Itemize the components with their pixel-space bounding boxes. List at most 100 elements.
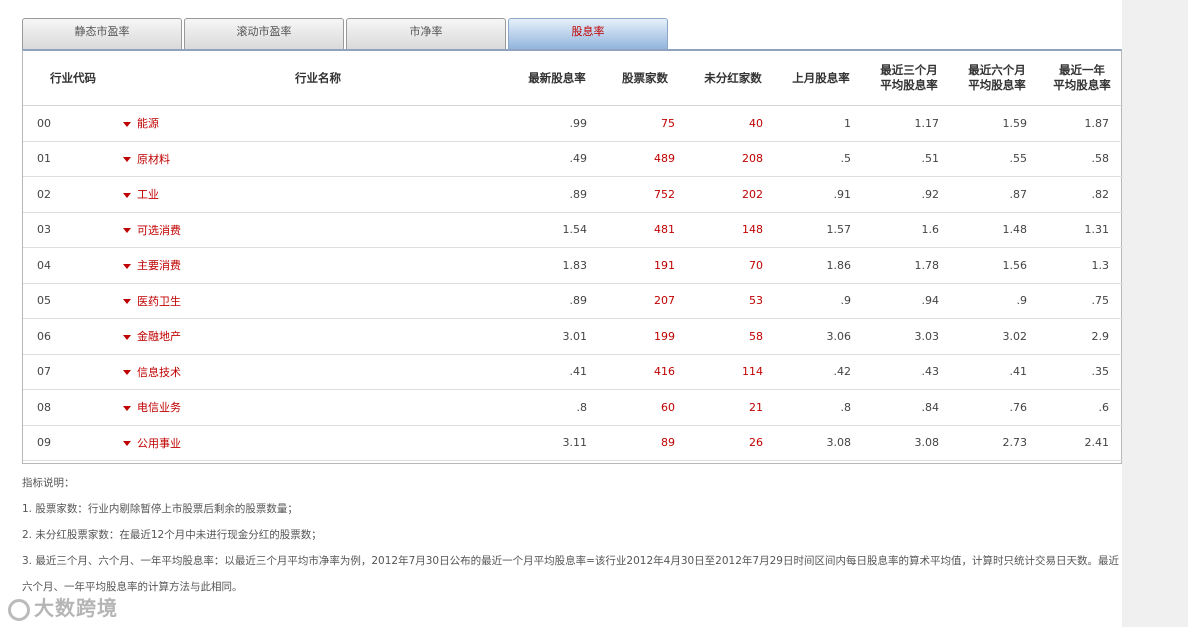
no-dividend-count-link[interactable]: 40: [689, 105, 777, 142]
industry-name-label[interactable]: 原材料: [137, 153, 170, 166]
no-dividend-count-link[interactable]: 26: [689, 425, 777, 461]
avg-3m-yield-cell: .84: [865, 389, 953, 426]
header-avg1y-line1: 最近一年: [1059, 63, 1105, 77]
industry-name-label[interactable]: 金融地产: [137, 330, 181, 343]
header-lastmonth[interactable]: 上月股息率: [777, 51, 865, 106]
stock-count-link[interactable]: 752: [601, 176, 689, 213]
latest-yield-cell: .8: [513, 389, 601, 426]
table-row: 02 工业 .89 752 202.91.92.87.82: [23, 176, 1123, 213]
avg-1y-yield-cell: .58: [1041, 141, 1123, 177]
avg-6m-yield-cell: 1.56: [953, 247, 1041, 284]
stock-count-link[interactable]: 191: [601, 247, 689, 284]
expand-caret-icon[interactable]: [123, 405, 131, 411]
stock-count-link[interactable]: 489: [601, 141, 689, 177]
header-avg3m[interactable]: 最近三个月 平均股息率: [865, 51, 953, 106]
watermark-text: 大数跨境: [34, 596, 118, 620]
tab-bar: 静态市盈率 滚动市盈率 市净率 股息率: [22, 18, 1122, 50]
right-side-panel: [1122, 0, 1188, 627]
industry-code-cell: 02: [23, 176, 123, 213]
avg-1y-yield-cell: .35: [1041, 354, 1123, 390]
notes-title: 指标说明：: [22, 477, 75, 489]
no-dividend-count-link[interactable]: 148: [689, 212, 777, 248]
industry-name-label[interactable]: 可选消费: [137, 224, 181, 237]
no-dividend-count-link[interactable]: 58: [689, 318, 777, 355]
expand-caret-icon[interactable]: [123, 192, 131, 198]
expand-caret-icon[interactable]: [123, 228, 131, 234]
expand-caret-icon[interactable]: [123, 370, 131, 376]
no-dividend-count-link[interactable]: 70: [689, 247, 777, 284]
table-header-row: 行业代码 行业名称 最新股息率 股票家数 未分红家数 上月股息率 最近三个月 平均…: [23, 51, 1123, 106]
table-row: 00 能源 .99 75 40 1 1.17 1.59 1.87: [23, 105, 1123, 142]
latest-yield-cell: .89: [513, 283, 601, 319]
expand-caret-icon[interactable]: [123, 263, 131, 269]
header-avg3m-line1: 最近三个月: [880, 63, 938, 77]
stock-count-link[interactable]: 75: [601, 105, 689, 142]
header-code[interactable]: 行业代码: [23, 51, 123, 106]
note-item-3: 3. 最近三个月、六个月、一年平均股息率：以最近三个月平均市净率为例，2012年…: [22, 555, 1119, 593]
tab-rolling-pe[interactable]: 滚动市盈率: [184, 18, 344, 50]
industry-name-link[interactable]: 可选消费: [123, 212, 513, 248]
stock-count-link[interactable]: 207: [601, 283, 689, 319]
industry-name-link[interactable]: 金融地产: [123, 318, 513, 355]
tab-static-pe[interactable]: 静态市盈率: [22, 18, 182, 50]
no-dividend-count-link[interactable]: 202: [689, 176, 777, 213]
industry-name-label[interactable]: 电信业务: [137, 401, 181, 414]
no-dividend-count-link[interactable]: 21: [689, 389, 777, 426]
no-dividend-count-link[interactable]: 208: [689, 141, 777, 177]
industry-name-link[interactable]: 原材料: [123, 141, 513, 177]
industry-name-label[interactable]: 信息技术: [137, 366, 181, 379]
header-avg6m[interactable]: 最近六个月 平均股息率: [953, 51, 1041, 106]
stock-count-link[interactable]: 481: [601, 212, 689, 248]
industry-name-link[interactable]: 能源: [123, 105, 513, 142]
industry-name-link[interactable]: 公用事业: [123, 425, 513, 461]
industry-name-label[interactable]: 工业: [137, 188, 159, 201]
table-body: 00 能源 .99 75 40 1 1.17 1.59 1.87 01 原材料 .49 489 208.5…: [23, 105, 1123, 461]
latest-yield-cell: 1.54: [513, 212, 601, 248]
watermark: 大数跨境: [8, 592, 118, 621]
industry-name-label[interactable]: 医药卫生: [137, 295, 181, 308]
industry-name-label[interactable]: 主要消费: [137, 259, 181, 272]
avg-6m-yield-cell: .87: [953, 176, 1041, 213]
stock-count-link[interactable]: 60: [601, 389, 689, 426]
header-stocks[interactable]: 股票家数: [601, 51, 689, 106]
expand-caret-icon[interactable]: [123, 121, 131, 127]
industry-name-link[interactable]: 医药卫生: [123, 283, 513, 319]
industry-name-label[interactable]: 公用事业: [137, 437, 181, 450]
expand-caret-icon[interactable]: [123, 299, 131, 305]
header-avg6m-line2: 平均股息率: [968, 78, 1026, 92]
industry-name-label[interactable]: 能源: [137, 117, 159, 130]
avg-1y-yield-cell: .6: [1041, 389, 1123, 426]
table-row: 04 主要消费 1.83 191 70 1.86 1.78 1.56 1.3: [23, 247, 1123, 284]
tab-dividend-yield[interactable]: 股息率: [508, 18, 668, 50]
stock-count-link[interactable]: 416: [601, 354, 689, 390]
industry-name-link[interactable]: 信息技术: [123, 354, 513, 390]
table-row: 05 医药卫生 .89 207 53.9.94.9.75: [23, 283, 1123, 319]
expand-caret-icon[interactable]: [123, 441, 131, 447]
avg-1y-yield-cell: 2.41: [1041, 425, 1123, 461]
stock-count-link[interactable]: 199: [601, 318, 689, 355]
note-item-1: 1. 股票家数：行业内剔除暂停上市股票后剩余的股票数量；: [22, 503, 298, 515]
latest-yield-cell: 3.01: [513, 318, 601, 355]
header-avg1y[interactable]: 最近一年 平均股息率: [1041, 51, 1123, 106]
industry-name-link[interactable]: 主要消费: [123, 247, 513, 284]
header-name[interactable]: 行业名称: [123, 51, 513, 106]
avg-3m-yield-cell: 1.17: [865, 105, 953, 142]
avg-1y-yield-cell: 1.3: [1041, 247, 1123, 284]
last-month-yield-cell: 1.57: [777, 212, 865, 248]
industry-code-cell: 03: [23, 212, 123, 248]
avg-6m-yield-cell: 3.02: [953, 318, 1041, 355]
dividend-table: 行业代码 行业名称 最新股息率 股票家数 未分红家数 上月股息率 最近三个月 平均…: [23, 51, 1123, 461]
industry-code-cell: 01: [23, 141, 123, 177]
expand-caret-icon[interactable]: [123, 157, 131, 163]
industry-name-link[interactable]: 电信业务: [123, 389, 513, 426]
tab-pb[interactable]: 市净率: [346, 18, 506, 50]
header-latest[interactable]: 最新股息率: [513, 51, 601, 106]
no-dividend-count-link[interactable]: 53: [689, 283, 777, 319]
header-nodiv[interactable]: 未分红家数: [689, 51, 777, 106]
no-dividend-count-link[interactable]: 114: [689, 354, 777, 390]
industry-name-link[interactable]: 工业: [123, 176, 513, 213]
avg-1y-yield-cell: .82: [1041, 176, 1123, 213]
stock-count-link[interactable]: 89: [601, 425, 689, 461]
expand-caret-icon[interactable]: [123, 334, 131, 340]
industry-code-cell: 09: [23, 425, 123, 461]
